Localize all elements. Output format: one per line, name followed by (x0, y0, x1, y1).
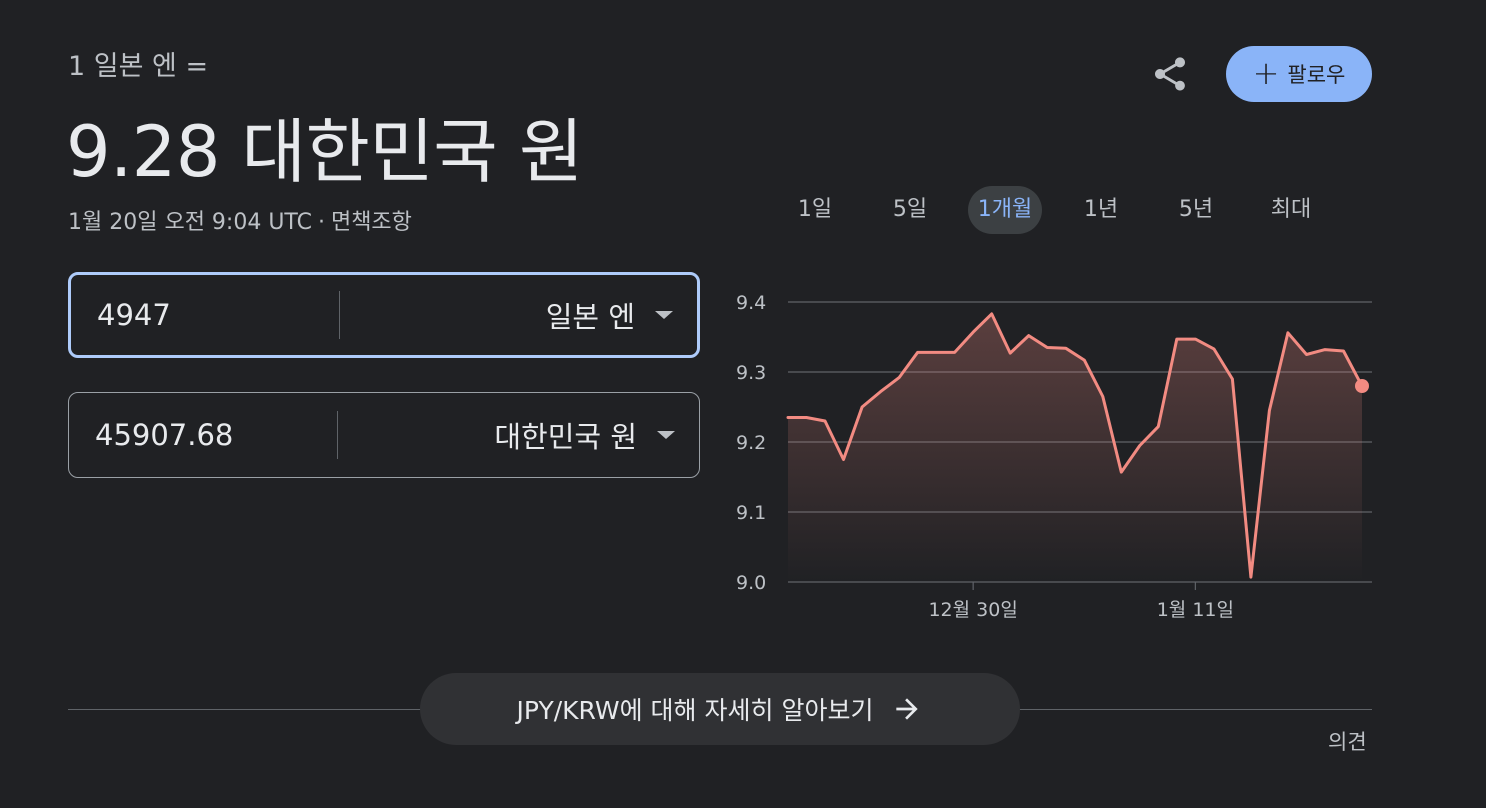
arrow-right-icon (896, 698, 919, 720)
range-tab-3[interactable]: 1년 (1064, 186, 1138, 234)
separator: · (317, 210, 325, 235)
disclaimer-link[interactable]: 면책조항 (331, 210, 412, 235)
share-button[interactable] (1146, 50, 1194, 98)
to-currency-select[interactable]: 대한민국 원 (338, 414, 649, 456)
timestamp: 1월 20일 오전 9:04 UTC (68, 210, 312, 235)
y-tick-label: 9.4 (736, 292, 766, 314)
current-rate-point (1355, 379, 1369, 393)
to-amount-input[interactable] (69, 417, 337, 453)
exchange-rate-chart: 9.4 9.3 9.2 9.1 9.0 12월 30일 1월 11일 (736, 292, 1372, 621)
range-tab-0[interactable]: 1일 (778, 186, 852, 234)
dropdown-arrow-icon[interactable] (655, 311, 673, 319)
range-tab-5[interactable]: 최대 (1254, 186, 1328, 234)
rate-subtitle: 1 일본 엔 = (68, 51, 209, 82)
y-tick-label: 9.0 (736, 572, 766, 594)
range-tab-2[interactable]: 1개월 (968, 186, 1042, 234)
from-amount-input[interactable] (71, 297, 339, 333)
y-tick-label: 9.3 (736, 362, 766, 384)
to-currency-row: 대한민국 원 (68, 392, 700, 478)
dropdown-arrow-icon[interactable] (657, 431, 675, 439)
x-tick-label: 12월 30일 (928, 599, 1017, 621)
from-currency-row: 일본 엔 (68, 272, 700, 358)
from-currency-select[interactable]: 일본 엔 (340, 294, 647, 336)
rate-meta: 1월 20일 오전 9:04 UTC · 면책조항 (68, 204, 412, 236)
follow-label: 팔로우 (1287, 63, 1346, 87)
follow-button[interactable]: + 팔로우 (1226, 46, 1372, 102)
range-tab-1[interactable]: 5일 (873, 186, 947, 234)
learn-more-label: JPY/KRW에 대해 자세히 알아보기 (516, 696, 874, 725)
share-icon (1155, 57, 1185, 91)
range-tabs: 1일 5일 1개월 1년 5년 최대 (768, 186, 1378, 236)
feedback-link[interactable]: 의견 (1328, 726, 1367, 756)
learn-more-button[interactable]: JPY/KRW에 대해 자세히 알아보기 (420, 673, 1020, 745)
y-tick-label: 9.2 (736, 432, 766, 454)
rate-headline: 9.28 대한민국 원 (66, 111, 583, 193)
y-tick-label: 9.1 (736, 502, 766, 524)
x-tick-label: 1월 11일 (1157, 599, 1234, 621)
plus-icon: + (1252, 53, 1280, 92)
range-tab-4[interactable]: 5년 (1159, 186, 1233, 234)
